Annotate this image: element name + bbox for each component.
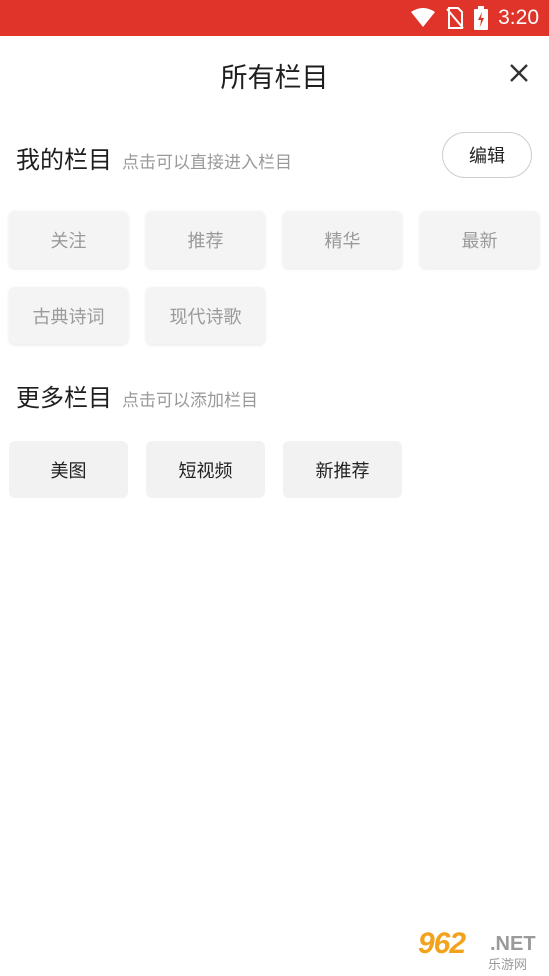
more-channels-hint: 点击可以添加栏目 (122, 391, 258, 411)
my-channels-header: 我的栏目 点击可以直接进入栏目 (16, 140, 292, 175)
battery-charging-icon (474, 6, 489, 30)
my-channel-modern-poetry[interactable]: 现代诗歌 (146, 287, 265, 344)
my-channel-classical-poetry[interactable]: 古典诗词 (9, 287, 128, 344)
wifi-icon (410, 8, 436, 28)
watermark: 962 .NET 乐游网 (410, 927, 544, 973)
edit-button[interactable]: 编辑 (442, 132, 532, 178)
watermark-sub: 乐游网 (488, 958, 528, 973)
more-channels-title: 更多栏目 (16, 384, 112, 412)
more-channel-pictures[interactable]: 美图 (9, 441, 128, 498)
status-bar: 3:20 (0, 0, 549, 36)
status-time: 3:20 (498, 6, 539, 29)
more-channels-header: 更多栏目 点击可以添加栏目 (16, 378, 258, 413)
my-channel-latest[interactable]: 最新 (420, 211, 539, 268)
more-channel-new-recommend[interactable]: 新推荐 (283, 441, 402, 498)
my-channels-hint: 点击可以直接进入栏目 (122, 153, 292, 173)
my-channel-follow[interactable]: 关注 (9, 211, 128, 268)
header: 所有栏目 (0, 36, 549, 110)
close-button[interactable] (506, 60, 532, 86)
my-channels-title: 我的栏目 (16, 146, 112, 174)
no-sim-icon (446, 7, 464, 29)
watermark-suffix: .NET (490, 933, 536, 955)
watermark-number: 962 (418, 927, 466, 960)
close-icon (510, 64, 528, 82)
page-title: 所有栏目 (220, 63, 329, 94)
more-channel-short-video[interactable]: 短视频 (146, 441, 265, 498)
my-channel-recommend[interactable]: 推荐 (146, 211, 265, 268)
my-channel-featured[interactable]: 精华 (283, 211, 402, 268)
